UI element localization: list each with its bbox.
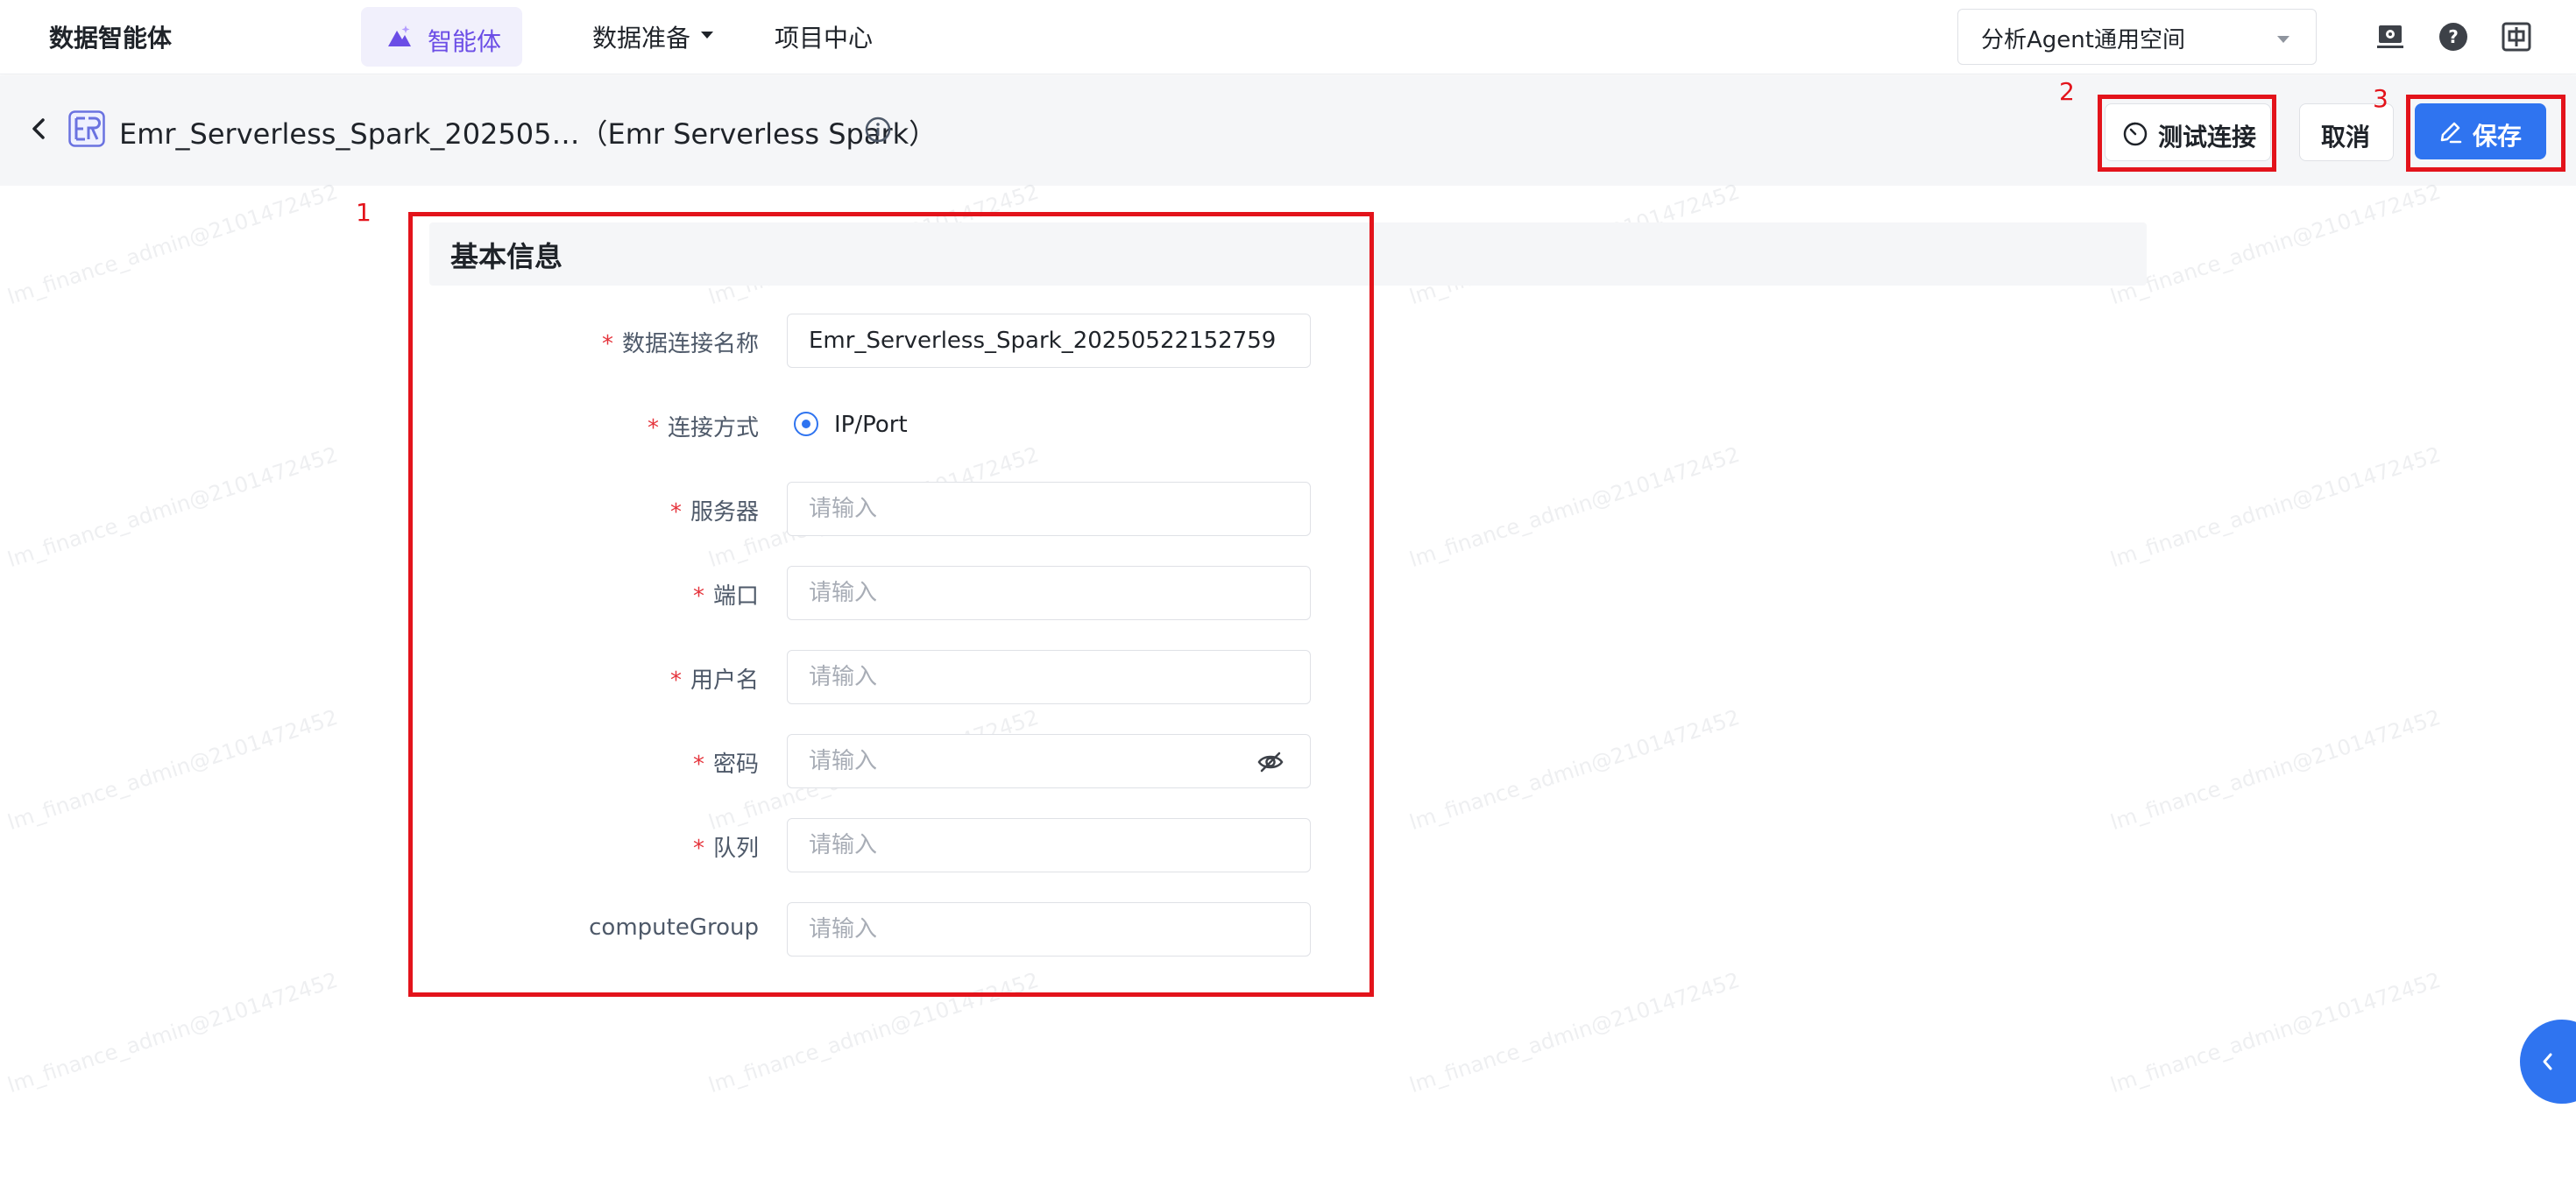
agent-icon [388, 25, 411, 46]
nav-tab-agent[interactable]: 智能体 [361, 7, 522, 67]
nav-tab-project-center[interactable]: 项目中心 [775, 19, 873, 54]
page-title: Emr_Serverless_Spark_202505…（Emr Serverl… [119, 117, 938, 151]
back-arrow-icon[interactable] [26, 116, 53, 142]
brand-title: 数据智能体 [49, 24, 173, 53]
annotation-number-1: 1 [356, 198, 372, 227]
nav-tab-agent-label: 智能体 [428, 27, 502, 56]
annotation-number-2: 2 [2059, 77, 2075, 106]
annotation-box-2 [2098, 95, 2276, 172]
annotation-box-3 [2406, 95, 2565, 172]
workspace-select-value: 分析Agent通用空间 [1981, 27, 2185, 53]
help-icon[interactable]: ? [2438, 21, 2469, 53]
annotation-number-3: 3 [2373, 84, 2388, 113]
info-icon[interactable] [864, 116, 892, 144]
top-navbar: 数据智能体 智能体 数据准备 项目中心 分析Agent通用空间 ? [0, 0, 2576, 74]
caret-down-icon[interactable] [701, 32, 713, 39]
chevron-down-icon [2277, 36, 2289, 43]
svg-text:?: ? [2448, 26, 2459, 47]
workspace-select[interactable]: 分析Agent通用空间 [1957, 9, 2317, 65]
task-monitor-icon[interactable] [2374, 21, 2406, 53]
nav-tab-data-prep[interactable]: 数据准备 [592, 19, 690, 54]
cancel-label: 取消 [2321, 123, 2371, 152]
chevron-left-icon [2543, 1053, 2552, 1070]
emr-serverless-logo-icon [68, 110, 105, 147]
annotation-box-1 [408, 212, 1374, 997]
language-switch-icon[interactable] [2501, 21, 2532, 53]
